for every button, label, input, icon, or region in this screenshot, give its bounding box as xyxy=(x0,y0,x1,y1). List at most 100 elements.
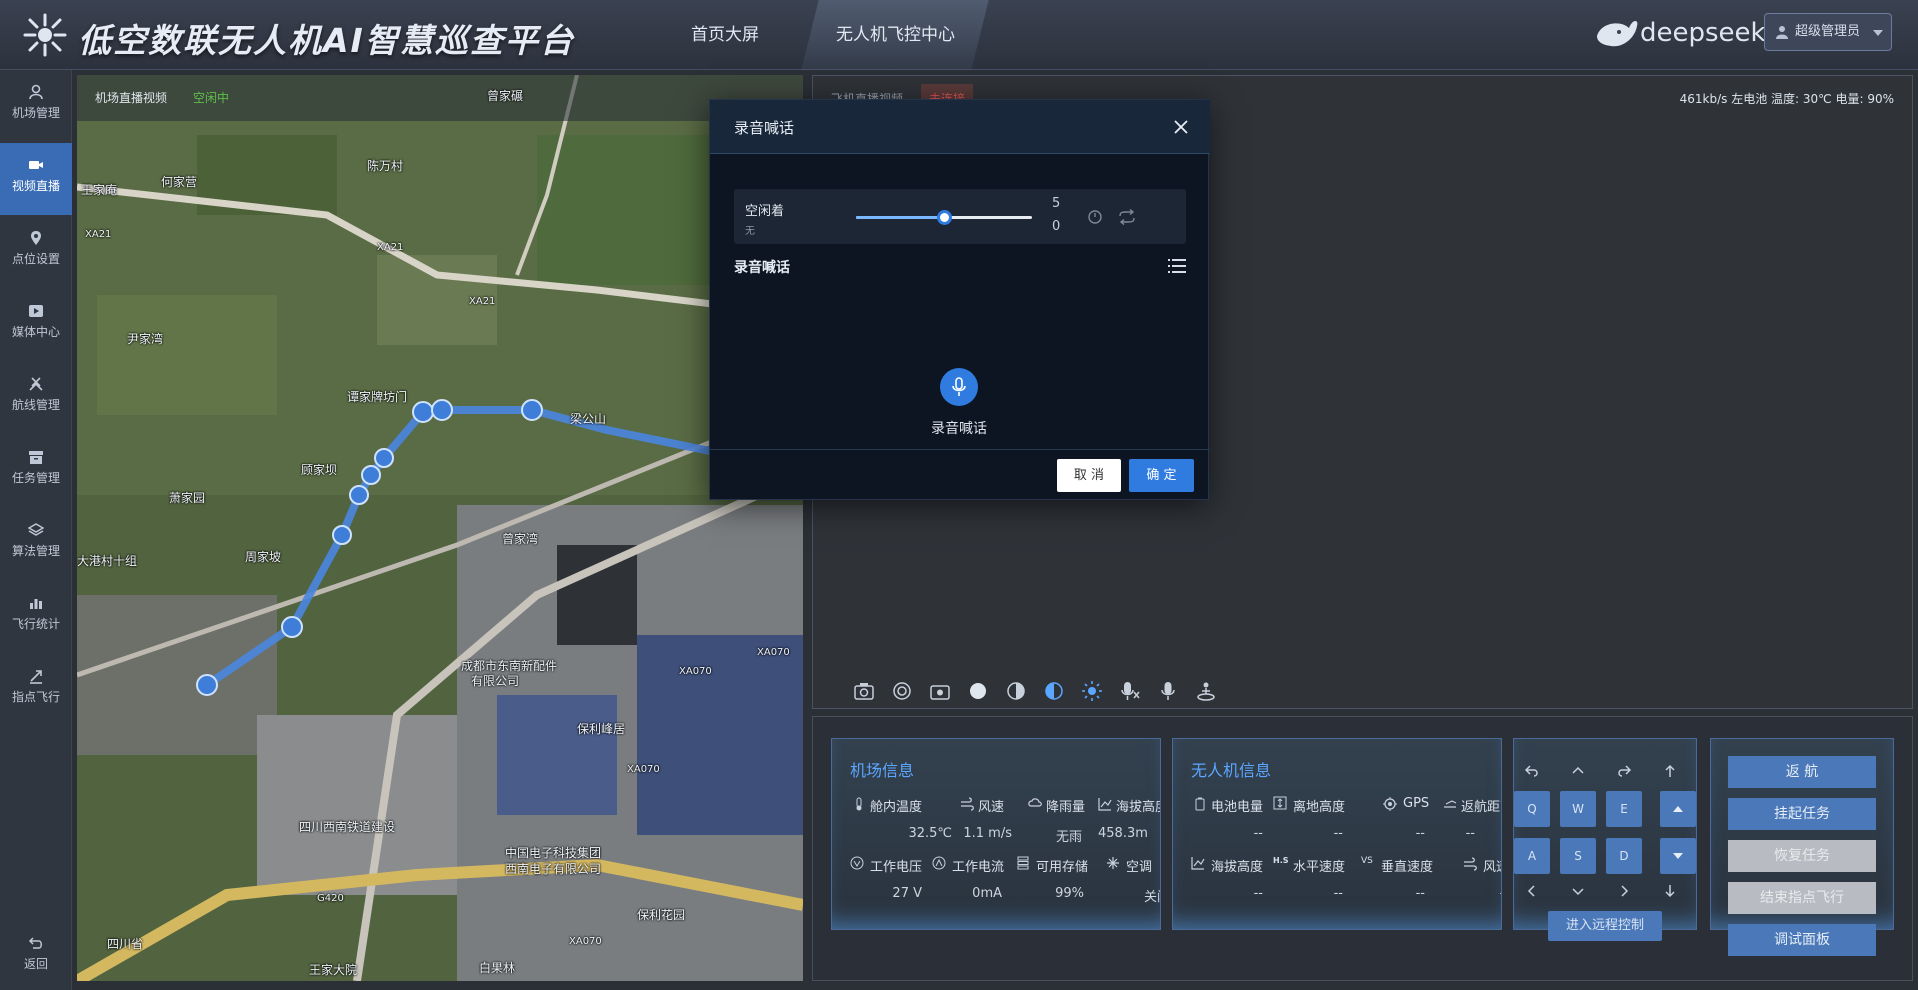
descend-button[interactable] xyxy=(1660,838,1696,874)
sidebar-item-airport[interactable]: 机场管理 xyxy=(0,70,72,142)
player-subtitle: 无 xyxy=(745,226,755,237)
sidebar-item-algorithms[interactable]: 算法管理 xyxy=(0,508,72,580)
cancel-button[interactable]: 取 消 xyxy=(1057,459,1121,492)
chevron-right-icon[interactable] xyxy=(1616,883,1632,899)
arrow-up-icon[interactable] xyxy=(1662,763,1678,779)
storage-icon xyxy=(1017,856,1029,870)
brand-name: deepseek xyxy=(1640,18,1766,48)
info-area: 机场信息 舱内温度 风速 降雨量 海拔高度 32.5℃ 1.1 m/s 无雨 4… xyxy=(812,716,1913,981)
contrast-icon[interactable] xyxy=(1005,680,1027,702)
top-header: 低空数联无人机AI智慧巡查平台 首页大屏 无人机飞控中心 deepseek 超级… xyxy=(0,0,1918,70)
key-d-button[interactable]: D xyxy=(1606,838,1642,874)
map-place-label: XA070 xyxy=(679,666,712,677)
battery-icon xyxy=(1195,797,1205,811)
end-point-flight-button[interactable]: 结束指点飞行 xyxy=(1728,882,1876,914)
resume-task-button[interactable]: 恢复任务 xyxy=(1728,840,1876,872)
sea-altitude-label: 海拔高度 xyxy=(1211,860,1264,875)
map-place-label: 有限公司 xyxy=(471,674,520,688)
map-place-label: XA070 xyxy=(569,936,602,947)
airport-live-map[interactable]: 机场直播视频 空闲中 曾家碾 陈万村 王家庵 何家营 XA21 XA21 XA2… xyxy=(77,75,803,981)
mic-off-icon[interactable] xyxy=(1119,680,1141,702)
drone-info-card: 无人机信息 电池电量 离地高度 GPS 返航距离 -- -- -- -- 海拔高… xyxy=(1172,738,1502,930)
work-current-label: 工作电流 xyxy=(952,860,1005,875)
ptz-person-icon[interactable] xyxy=(1195,680,1217,702)
tab-home-screen[interactable]: 首页大屏 xyxy=(660,0,790,70)
drone-logo-icon xyxy=(23,13,67,57)
sidebar: 机场管理 视频直播 点位设置 媒体中心 航线管理 任务管理 算法管理 飞行统计 … xyxy=(0,70,72,990)
remote-control-button[interactable]: 进入远程控制 xyxy=(1548,911,1662,941)
key-a-button[interactable]: A xyxy=(1514,838,1550,874)
player-status-name: 空闲着 xyxy=(745,204,785,219)
sidebar-item-point-flight[interactable]: 指点飞行 xyxy=(0,654,72,726)
volume-slider-handle[interactable] xyxy=(937,210,952,225)
media-icon xyxy=(29,305,43,317)
chevron-left-icon[interactable] xyxy=(1524,883,1540,899)
battery-label: 电池电量 xyxy=(1211,800,1264,815)
rotate-left-icon[interactable] xyxy=(1524,763,1540,779)
volume-slider[interactable] xyxy=(856,210,1032,225)
aircon-label: 空调 xyxy=(1126,860,1153,875)
sidebar-item-tasks[interactable]: 任务管理 xyxy=(0,435,72,507)
list-icon[interactable] xyxy=(1168,258,1186,274)
sidebar-item-points[interactable]: 点位设置 xyxy=(0,216,72,288)
record-icon[interactable] xyxy=(891,680,913,702)
key-w-button[interactable]: W xyxy=(1560,791,1596,827)
dialog-header: 录音喊话 xyxy=(710,100,1210,154)
rainfall-label: 降雨量 xyxy=(1046,800,1086,815)
loop-icon[interactable] xyxy=(1118,209,1136,225)
sidebar-item-routes[interactable]: 航线管理 xyxy=(0,362,72,434)
work-current-value: 0mA xyxy=(972,886,1002,901)
key-q-button[interactable]: Q xyxy=(1514,791,1550,827)
sidebar-item-label: 机场管理 xyxy=(11,106,60,120)
map-place-label: 何家营 xyxy=(161,175,198,189)
confirm-button[interactable]: 确 定 xyxy=(1129,459,1194,492)
altitude-icon xyxy=(1191,857,1205,870)
map-place-label: XA070 xyxy=(757,647,790,658)
debug-panel-button[interactable]: 调试面板 xyxy=(1728,924,1876,956)
snapshot-icon[interactable] xyxy=(853,680,875,702)
camera-icon[interactable] xyxy=(929,680,951,702)
current-icon xyxy=(932,856,946,870)
thermometer-icon xyxy=(856,797,862,811)
user-menu-button[interactable]: 超级管理员 xyxy=(1764,13,1892,51)
key-e-button[interactable]: E xyxy=(1606,791,1642,827)
return-home-button[interactable]: 返 航 xyxy=(1728,756,1876,788)
map-place-label: 谭家牌坊门 xyxy=(347,390,408,404)
back-arrow-icon xyxy=(28,937,42,949)
back-button[interactable]: 返回 xyxy=(0,921,72,981)
location-pin-icon xyxy=(31,231,41,245)
suspend-task-button[interactable]: 挂起任务 xyxy=(1728,798,1876,830)
sidebar-item-video[interactable]: 视频直播 xyxy=(0,143,72,215)
map-place-label: 保利花园 xyxy=(637,908,686,922)
chevron-up-icon[interactable] xyxy=(1570,763,1586,779)
key-s-button[interactable]: S xyxy=(1560,838,1596,874)
play-once-icon[interactable] xyxy=(1087,209,1103,225)
back-label: 返回 xyxy=(23,957,48,971)
sidebar-item-label: 指点飞行 xyxy=(11,690,60,704)
chevron-down-icon[interactable] xyxy=(1570,883,1586,899)
brightness-icon[interactable] xyxy=(1081,680,1103,702)
microphone-icon[interactable] xyxy=(1157,680,1179,702)
tab-flight-control[interactable]: 无人机飞控中心 xyxy=(801,0,989,70)
cabin-temp-label: 舱内温度 xyxy=(870,800,923,815)
record-mic-button[interactable] xyxy=(940,368,978,406)
sidebar-item-statistics[interactable]: 飞行统计 xyxy=(0,581,72,653)
ground-height-label: 离地高度 xyxy=(1293,800,1346,815)
arrow-down-icon[interactable] xyxy=(1662,883,1678,899)
sidebar-item-label: 任务管理 xyxy=(11,471,60,485)
horizontal-speed-value: -- xyxy=(1333,886,1343,901)
contrast-active-icon[interactable] xyxy=(1043,680,1065,702)
user-icon xyxy=(1776,26,1788,39)
map-header-bar: 机场直播视频 空闲中 xyxy=(77,75,803,121)
close-icon[interactable] xyxy=(1173,119,1189,135)
wind-icon xyxy=(961,797,974,811)
circle-icon[interactable] xyxy=(967,680,989,702)
rotate-right-icon[interactable] xyxy=(1616,763,1632,779)
gps-icon xyxy=(1383,797,1397,811)
sidebar-item-media[interactable]: 媒体中心 xyxy=(0,289,72,361)
map-place-label: 尹家湾 xyxy=(127,332,164,346)
ascend-button[interactable] xyxy=(1660,791,1696,827)
sidebar-item-label: 航线管理 xyxy=(11,398,60,412)
tab-flight-control-label: 无人机飞控中心 xyxy=(835,25,955,45)
record-mic-label: 录音喊话 xyxy=(931,421,987,437)
